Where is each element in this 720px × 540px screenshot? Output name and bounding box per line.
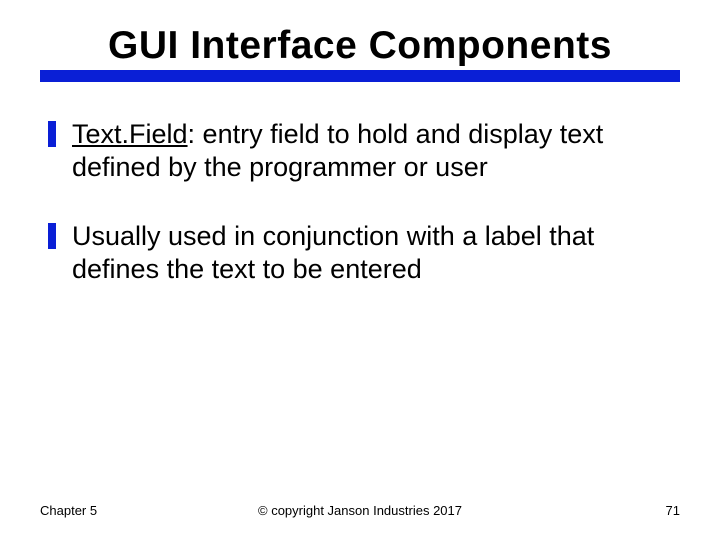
bullet-text: Usually used in conjunction with a label…: [72, 221, 594, 284]
footer-copyright: © copyright Janson Industries 2017: [258, 503, 462, 518]
footer-chapter: Chapter 5: [40, 503, 97, 518]
bullet-item: Usually used in conjunction with a label…: [44, 220, 680, 286]
term-textfield: Text.Field: [72, 119, 188, 149]
title-underline: [40, 70, 680, 82]
bullet-list: Text.Field: entry field to hold and disp…: [40, 118, 680, 286]
slide-title: GUI Interface Components: [40, 24, 680, 68]
footer: Chapter 5 © copyright Janson Industries …: [40, 503, 680, 518]
footer-page-number: 71: [666, 503, 680, 518]
slide: GUI Interface Components Text.Field: ent…: [0, 0, 720, 540]
bullet-item: Text.Field: entry field to hold and disp…: [44, 118, 680, 184]
